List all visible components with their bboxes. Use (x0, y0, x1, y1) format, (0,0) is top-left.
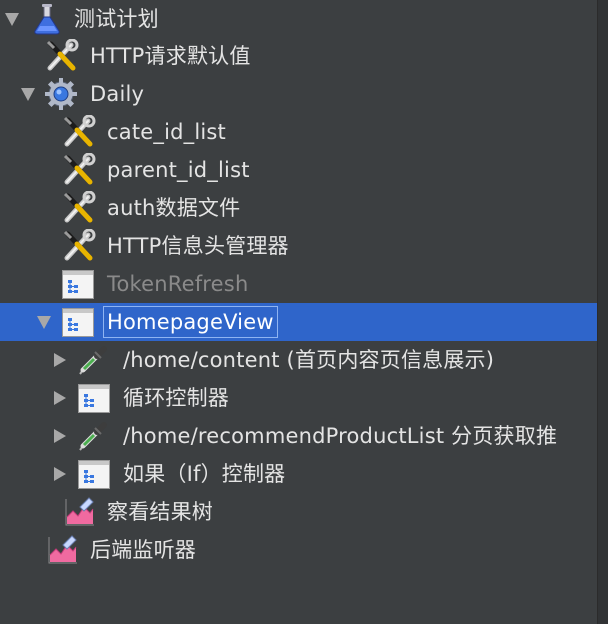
tree-node-label: TokenRefresh (107, 272, 249, 296)
config-wrench-icon (62, 191, 96, 225)
expand-arrow-icon[interactable] (54, 429, 66, 443)
listener-chart-icon (62, 495, 96, 529)
expand-arrow-icon[interactable] (37, 316, 51, 329)
tree-node-label: /home/content (首页内容页信息展示) (123, 348, 495, 372)
tree-node-view-results-tree[interactable]: 察看结果树 (0, 493, 597, 531)
tree-node-label: auth数据文件 (107, 196, 241, 220)
tree-node-http-header-manager[interactable]: HTTP信息头管理器 (0, 227, 597, 265)
tree-node-label: 测试计划 (74, 7, 159, 31)
tree-node-label: HTTP信息头管理器 (107, 234, 289, 258)
listener-chart-icon (45, 533, 79, 567)
tree-node-label: 循环控制器 (123, 386, 229, 410)
tree-node-if-controller[interactable]: 如果（If）控制器 (0, 455, 597, 493)
controller-window-icon (77, 457, 111, 491)
expand-arrow-icon[interactable] (5, 13, 19, 26)
tree-node-recommend-product-list[interactable]: /home/recommendProductList 分页获取推 (0, 417, 597, 455)
tree-node-label: parent_id_list (107, 158, 250, 182)
config-wrench-icon (45, 39, 79, 73)
tree-node-homepage-view[interactable]: HomepageView (0, 303, 597, 341)
controller-window-icon (61, 305, 95, 339)
config-wrench-icon (62, 115, 96, 149)
tree-node-daily[interactable]: Daily (0, 75, 597, 113)
tree-node-http-defaults[interactable]: HTTP请求默认值 (0, 37, 597, 75)
tree-node-loop-controller[interactable]: 循环控制器 (0, 379, 597, 417)
tree-node-backend-listener[interactable]: 后端监听器 (0, 531, 597, 569)
tree-node-label: HTTP请求默认值 (90, 44, 251, 68)
tree-node-label: 如果（If）控制器 (123, 462, 286, 486)
tree-node-parent-id-list[interactable]: parent_id_list (0, 151, 597, 189)
sampler-pipette-icon (76, 419, 110, 453)
tree-node-label: cate_id_list (107, 120, 226, 144)
scrollbar-track[interactable] (597, 0, 608, 624)
test-plan-tree[interactable]: 测试计划 HTTP请求默认值 Daily cate_id_list parent… (0, 0, 608, 624)
expand-arrow-icon[interactable] (21, 88, 35, 101)
thread-group-gear-icon (44, 77, 78, 111)
expand-arrow-icon[interactable] (54, 353, 66, 367)
config-wrench-icon (62, 153, 96, 187)
tree-node-auth-data-file[interactable]: auth数据文件 (0, 189, 597, 227)
tree-node-test-plan[interactable]: 测试计划 (0, 0, 597, 38)
tree-node-home-content[interactable]: /home/content (首页内容页信息展示) (0, 341, 597, 379)
controller-window-icon (61, 267, 95, 301)
tree-node-token-refresh[interactable]: TokenRefresh (0, 265, 597, 303)
tree-node-label: HomepageView (103, 306, 278, 338)
tree-node-cate-id-list[interactable]: cate_id_list (0, 113, 597, 151)
sampler-pipette-icon (76, 343, 110, 377)
expand-arrow-icon[interactable] (54, 467, 66, 481)
test-plan-flask-icon (30, 2, 64, 36)
expand-arrow-icon[interactable] (54, 391, 66, 405)
config-wrench-icon (62, 229, 96, 263)
controller-window-icon (77, 381, 111, 415)
tree-node-label: 察看结果树 (107, 500, 213, 524)
tree-node-label: Daily (90, 82, 145, 106)
tree-node-label: /home/recommendProductList 分页获取推 (123, 424, 558, 448)
tree-node-label: 后端监听器 (90, 538, 196, 562)
